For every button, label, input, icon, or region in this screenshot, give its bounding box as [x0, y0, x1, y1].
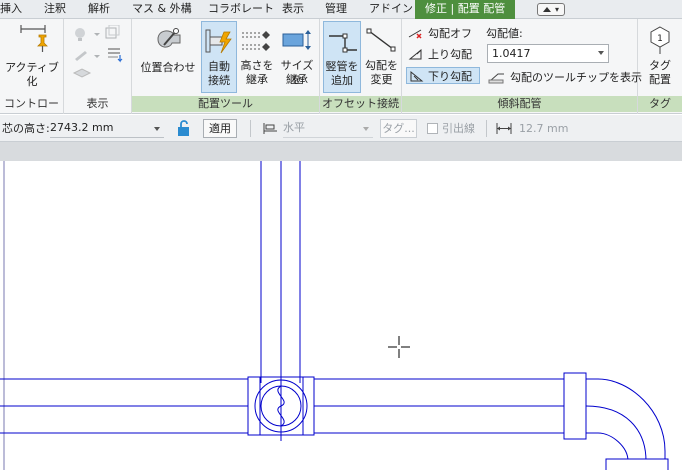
- direction-icon: [263, 123, 277, 134]
- tab-insert[interactable]: 挿入: [0, 0, 22, 19]
- slope-down-icon: [410, 70, 424, 82]
- inherit-elevation-icon: [242, 31, 270, 51]
- tab-annotate[interactable]: 注釈: [44, 0, 66, 19]
- auto-connect-label-1: 自動: [208, 60, 230, 73]
- panel-control: アクティブ化 コントロール: [0, 19, 64, 126]
- view-tools-icons: [72, 25, 123, 78]
- activate-label: アクティブ化: [5, 61, 59, 88]
- auto-connect-button[interactable]: 自動 接続: [201, 21, 237, 93]
- panel-title-placement-tools: 配置ツール: [132, 96, 319, 112]
- offset-label: 芯の高さ:: [2, 122, 50, 135]
- panel-title-tag: タグ: [638, 96, 682, 112]
- activate-button[interactable]: アクティブ化: [2, 21, 62, 88]
- tag-label-1: タグ: [649, 59, 671, 72]
- inherit-size-button[interactable]: サイズを 継承: [277, 21, 317, 93]
- inherit-elevation-button[interactable]: 高さを 継承: [239, 21, 275, 93]
- leader-length-value: 12.7 mm: [519, 122, 569, 135]
- add-vertical-label-1: 竪管を: [325, 60, 359, 73]
- tag-label-2: 配置: [649, 73, 671, 86]
- slope-off-button[interactable]: 勾配オフ: [408, 25, 478, 42]
- inherit-elevation-label-1: 高さを: [240, 59, 274, 72]
- view-tab-strip: [0, 142, 682, 161]
- tab-manage[interactable]: 管理: [325, 0, 347, 19]
- add-vertical-icon: [329, 33, 357, 53]
- slope-tooltip-label: 勾配のツールチップを表示: [510, 71, 642, 84]
- direction-value: 水平: [283, 121, 305, 134]
- panel-view: 表示: [64, 19, 132, 114]
- slope-off-icon: [408, 29, 422, 39]
- coupling-fitting: [563, 372, 587, 440]
- ribbon-minimize-toggle[interactable]: ▾: [537, 3, 565, 16]
- tab-massing-site[interactable]: マス & 外構: [132, 0, 192, 19]
- crosshair-cursor-icon: [388, 336, 410, 358]
- panel-title-offset-connect: オフセット接続: [320, 96, 401, 112]
- chevron-down-icon: [598, 51, 604, 55]
- panel-title-view: 表示: [86, 97, 109, 110]
- leader-checkbox[interactable]: [427, 123, 438, 134]
- change-slope-label-1: 勾配を: [365, 59, 398, 72]
- slope-tooltip-icon: [488, 73, 504, 84]
- slope-value-text: 1.0417: [492, 47, 531, 60]
- change-slope-label-2: 変更: [370, 73, 393, 86]
- slope-off-label: 勾配オフ: [428, 27, 472, 40]
- ribbon-toggle-icon: [543, 7, 551, 12]
- separator: [486, 120, 487, 137]
- slope-value-label: 勾配値:: [486, 27, 523, 40]
- offset-value: 2743.2 mm: [50, 121, 114, 134]
- tag-button[interactable]: タグ...: [380, 119, 417, 138]
- panel-offset-connect: 竪管を 追加 勾配を 変更 オフセット接続: [320, 19, 402, 114]
- chevron-down-icon: ▾: [555, 5, 560, 14]
- panel-placement-tools: 位置合わせ 自動 接続 高さを 継承 サイズを 継承 配置ツール: [132, 19, 320, 114]
- options-bar: 芯の高さ: 2743.2 mm 適用 水平 タグ... 引出線 12.7 mm: [0, 115, 682, 142]
- direction-dropdown[interactable]: 水平: [283, 119, 373, 138]
- tag-on-placement-button[interactable]: 1 タグ 配置: [640, 21, 680, 93]
- add-vertical-label-2: 追加: [331, 74, 353, 87]
- elbow-outer: [586, 378, 666, 470]
- tag-icon: 1: [650, 26, 670, 54]
- elbow-fitting-end: [605, 458, 669, 470]
- drawing-canvas[interactable]: [0, 161, 682, 470]
- justify-label: 位置合わせ: [140, 61, 196, 74]
- slope-up-icon: [408, 48, 422, 60]
- pipe-drawing[interactable]: [0, 161, 682, 470]
- change-slope-button[interactable]: 勾配を 変更: [363, 21, 400, 93]
- activate-icon: [20, 25, 48, 52]
- chevron-down-icon: [154, 127, 160, 131]
- leader-length-icon: [496, 123, 512, 134]
- inherit-size-label-2: 継承: [286, 73, 308, 86]
- svg-text:1: 1: [657, 34, 663, 44]
- panel-title-control: コントロール: [4, 97, 59, 126]
- ribbon-tab-bar: 挿入 注釈 解析 マス & 外構 コラボレート 表示 管理 アドイン 修正 | …: [0, 0, 682, 19]
- apply-button[interactable]: 適用: [203, 119, 237, 138]
- inherit-elevation-label-2: 継承: [246, 73, 268, 86]
- leader-label: 引出線: [442, 122, 475, 135]
- separator: [250, 120, 251, 137]
- ribbon: アクティブ化 コントロール 表示 位置合わせ: [0, 19, 682, 126]
- justify-icon: [157, 28, 181, 48]
- slope-up-label: 上り勾配: [428, 48, 472, 61]
- add-vertical-button[interactable]: 竪管を 追加: [323, 21, 361, 93]
- panel-sloped-pipe: 勾配オフ 上り勾配 下り勾配 勾配値: 勾配のツールチップを表示 傾斜配管: [402, 19, 642, 114]
- tab-view[interactable]: 表示: [282, 0, 304, 19]
- offset-field[interactable]: 2743.2 mm: [50, 119, 164, 138]
- tab-addins[interactable]: アドイン: [369, 0, 413, 19]
- slope-value-dropdown[interactable]: 1.0417: [487, 44, 609, 63]
- slope-up-button[interactable]: 上り勾配: [408, 46, 478, 63]
- slope-down-button[interactable]: 下り勾配: [406, 67, 480, 84]
- auto-connect-label-2: 接続: [208, 74, 230, 87]
- tab-analyze[interactable]: 解析: [88, 0, 110, 19]
- tab-collaborate[interactable]: コラボレート: [208, 0, 274, 19]
- panel-title-sloped-pipe: 傾斜配管: [402, 96, 637, 112]
- slope-down-label: 下り勾配: [428, 70, 472, 83]
- chevron-down-icon: [363, 127, 369, 131]
- justify-button[interactable]: 位置合わせ: [136, 21, 200, 77]
- change-slope-icon: [366, 28, 396, 52]
- panel-tag: 1 タグ 配置 タグ: [638, 19, 682, 114]
- unlock-icon[interactable]: [175, 119, 193, 137]
- tab-modify-place-pipe[interactable]: 修正 | 配置 配管: [415, 0, 516, 19]
- inherit-size-icon: [282, 30, 311, 50]
- auto-connect-icon: [205, 29, 232, 54]
